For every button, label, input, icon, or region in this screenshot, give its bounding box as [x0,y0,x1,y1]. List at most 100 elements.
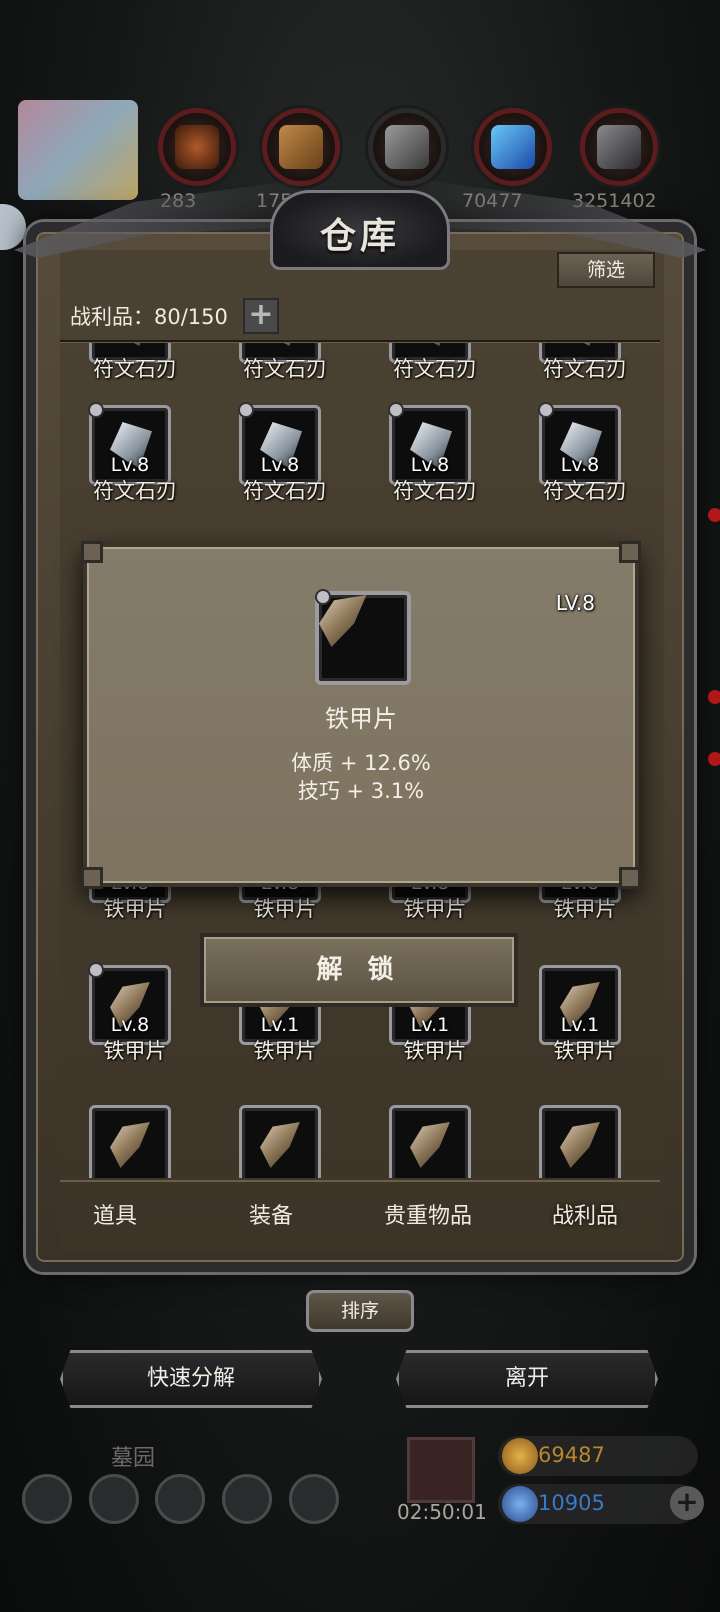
inventory-slot[interactable]: Lv.1 铁甲片 [510,965,660,1105]
inventory-slot[interactable] [210,1105,360,1178]
lock-icon [388,402,404,418]
iron-plate-icon [110,1122,150,1168]
inventory-slot[interactable]: Lv.8 铁甲片 [60,962,210,1105]
tab-loot[interactable]: 战利品 [510,1198,660,1230]
item-level: Lv.1 [560,1014,600,1036]
notification-dot [708,508,720,522]
notification-dot [708,752,720,766]
item-name: 铁甲片 [103,1039,167,1063]
map-icon[interactable] [155,1474,205,1524]
item-name: 铁甲片 [403,897,467,921]
wood-icon[interactable] [262,108,340,186]
inventory-slot[interactable]: Lv.8 符文石刃 [360,402,510,545]
item-level: Lv.8 [410,454,450,476]
item-icon-frame: Lv.8 [88,402,171,485]
item-icon-frame: Lv.8 [238,402,321,485]
crystal-value: 10905 [538,1491,605,1515]
gold-value: 69487 [538,1443,605,1467]
leave-button[interactable]: 离开 [396,1350,658,1408]
item-name: 符文石刃 [543,479,627,503]
gift-icon[interactable] [407,1437,475,1503]
mail-icon[interactable] [222,1474,272,1524]
lock-icon [315,589,331,605]
item-detail-popup: LV.8 铁甲片 体质 + 12.6% 技巧 + 3.1% [81,541,641,889]
inventory-slot[interactable] [360,1105,510,1178]
item-name: 符文石刃 [543,357,627,381]
item-icon-frame: Lv.1 [539,965,621,1045]
item-name: 符文石刃 [243,479,327,503]
inventory-slot[interactable]: Lv.8 符文石刃 [210,402,360,545]
item-icon-frame [315,589,411,685]
item-name: 符文石刃 [243,357,327,381]
filter-button[interactable]: 筛选 [557,252,655,288]
expand-capacity-button[interactable]: + [243,298,279,334]
item-name: 符文石刃 [93,479,177,503]
divider [60,340,660,342]
crystal-counter: 10905 [498,1484,698,1524]
rune-blade-icon [110,343,152,346]
tab-items[interactable]: 道具 [40,1198,190,1230]
inventory-slot[interactable] [60,1105,210,1178]
lock-icon [538,402,554,418]
item-icon-frame [239,1105,321,1178]
item-name: 铁甲片 [553,897,617,921]
avatar[interactable] [18,100,138,200]
item-icon-frame: Lv.8 [388,402,471,485]
category-tabs: 道具 装备 贵重物品 战利品 [60,1180,660,1242]
iron-plate-icon [410,1122,450,1168]
item-icon-frame: Lv.8 [88,962,171,1045]
item-level: Lv.1 [260,1014,300,1036]
item-stat: 体质 + 12.6% [291,751,431,775]
frame-corner [619,867,641,889]
crystal-coin-icon [502,1486,538,1522]
rune-blade-icon [260,343,302,346]
guild-icon[interactable] [289,1474,339,1524]
item-icon-frame: Lv.8 [538,402,621,485]
iron-plate-icon [260,1122,300,1168]
sort-button[interactable]: 排序 [306,1290,414,1332]
tab-valuables[interactable]: 贵重物品 [353,1198,503,1230]
location-label: 墓园 [111,1446,156,1471]
item-name: 符文石刃 [393,479,477,503]
iron-plate-icon [560,1122,600,1168]
rune-blade-icon [560,343,602,346]
compass-icon[interactable] [89,1474,139,1524]
game-screen: 283 175632 28340 70477 3251402 仓库 筛选 战利品… [0,0,720,1612]
item-level: Lv.8 [260,454,300,476]
item-stat: 技巧 + 3.1% [297,779,425,803]
stone-icon[interactable] [368,108,446,186]
item-name: 铁甲片 [553,1039,617,1063]
inventory-slot[interactable]: Lv.8 符文石刃 [60,402,210,545]
lock-icon [238,402,254,418]
item-level: Lv.1 [410,1014,450,1036]
add-currency-button[interactable]: + [670,1486,704,1520]
item-icon-frame [389,1105,471,1178]
gold-coin-icon [502,1438,538,1474]
iron-icon[interactable] [580,108,658,186]
item-name: 铁甲片 [103,897,167,921]
lock-icon [88,402,104,418]
item-level: Lv.8 [560,454,600,476]
inventory-slot[interactable] [510,1105,660,1178]
frame-corner [81,541,103,563]
item-level: Lv.8 [110,1014,150,1036]
notification-dot [708,690,720,704]
frame-corner [619,541,641,563]
meat-icon[interactable] [158,108,236,186]
item-icon-frame [89,1105,171,1178]
tab-equipment[interactable]: 装备 [196,1198,346,1230]
gold-counter: 69487 [498,1436,698,1476]
loot-capacity-label: 战利品：80/150 [70,305,228,329]
settings-icon[interactable] [22,1474,72,1524]
gift-timer: 02:50:01 [397,1500,487,1524]
item-name: 铁甲片 [253,1039,317,1063]
item-name: 铁甲片 [253,897,317,921]
lock-icon [88,962,104,978]
quick-decompose-button[interactable]: 快速分解 [60,1350,322,1408]
crystal-icon[interactable] [474,108,552,186]
inventory-slot[interactable]: Lv.8 符文石刃 [510,402,660,545]
item-name: 符文石刃 [393,357,477,381]
unlock-button[interactable]: 解 锁 [200,933,518,1007]
frame-corner [81,867,103,889]
item-name: 铁甲片 [325,705,397,733]
